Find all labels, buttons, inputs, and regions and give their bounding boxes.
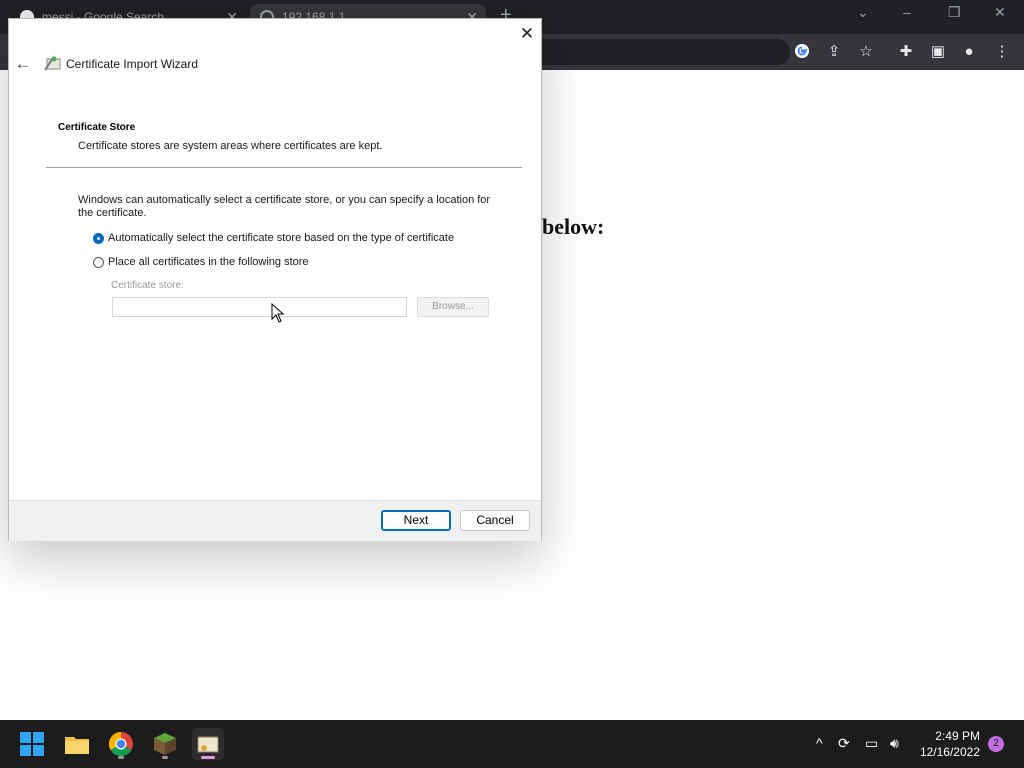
minimize-button[interactable]: – [903,4,911,20]
mouse-cursor-icon [271,303,285,323]
radio-unselected-icon[interactable] [93,256,104,268]
running-indicator [162,756,168,759]
radio-label: Place all certificates in the following … [108,256,309,268]
clock-time: 2:49 PM [935,729,980,743]
window-close-button[interactable]: ✕ [994,4,1006,21]
restore-button[interactable]: ❐ [948,4,961,21]
network-icon[interactable]: ▭ [865,734,878,752]
minecraft-button[interactable] [149,728,181,760]
section-description: Certificate stores are system areas wher… [78,140,383,152]
close-icon[interactable]: ✕ [517,24,537,44]
chrome-button[interactable] [105,728,137,760]
intro-text: Windows can automatically select a certi… [78,194,491,219]
share-icon[interactable]: ⇪ [825,43,843,61]
address-bar[interactable] [540,39,790,65]
clock-date: 12/16/2022 [919,745,980,759]
page-heading: below: [542,214,605,239]
folder-icon [65,737,89,754]
running-indicator [118,756,124,759]
certificate-store-label: Certificate store: [111,280,184,291]
next-button[interactable]: Next [381,510,451,531]
dialog-title: Certificate Import Wizard [66,57,199,71]
bookmark-star-icon[interactable]: ☆ [857,43,875,61]
side-panel-icon[interactable]: ▣ [929,43,947,61]
google-icon[interactable] [793,43,811,61]
show-hidden-icons-chevron-icon[interactable]: ^ [816,734,823,752]
dialog-footer: Next Cancel [9,500,541,541]
tab-search-button[interactable]: ⌄ [857,4,869,21]
start-button[interactable] [16,728,48,760]
divider [46,167,522,168]
browse-button[interactable]: Browse... [417,297,489,317]
notification-badge[interactable]: 2 [988,736,1004,752]
volume-icon[interactable]: 🔊︎ [890,734,899,752]
back-arrow-icon[interactable]: ← [13,54,33,74]
radio-label: Automatically select the certificate sto… [108,232,455,244]
menu-icon[interactable]: ⋮ [993,43,1011,61]
cancel-button[interactable]: Cancel [460,510,530,531]
active-indicator [201,756,215,759]
windows-logo-icon [20,732,44,756]
radio-auto-select[interactable]: Automatically select the certificate sto… [93,232,454,244]
radio-place-in-store[interactable]: Place all certificates in the following … [93,256,309,268]
radio-selected-icon[interactable] [93,232,104,244]
certificate-store-input[interactable] [112,297,407,317]
extensions-icon[interactable]: ✚ [897,43,915,61]
clock[interactable]: 2:49 PM 12/16/2022 [918,728,980,760]
file-explorer-button[interactable] [61,728,93,760]
section-title: Certificate Store [58,122,136,133]
profile-icon[interactable]: ● [960,43,978,61]
sync-icon[interactable]: ⟳ [838,734,850,752]
taskbar: ^ ⟳ ▭ 🔊︎ 2:49 PM 12/16/2022 [0,720,1024,768]
certificate-import-wizard-dialog: ✕ ← Certificate Import Wizard Certificat… [8,18,542,541]
certificate-wizard-icon [44,55,62,71]
certificate-wizard-taskbar-button[interactable] [192,728,224,760]
